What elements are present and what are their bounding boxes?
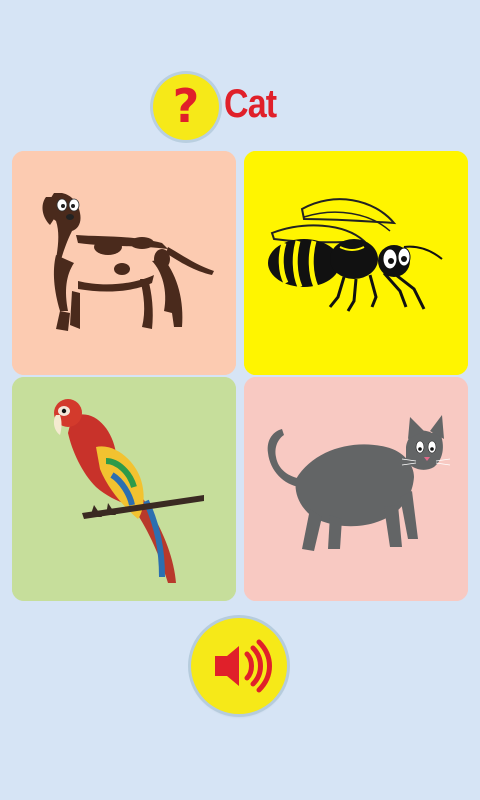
question-mark-icon: ? (172, 79, 200, 133)
card-bee[interactable] (244, 151, 468, 375)
card-cat[interactable] (244, 377, 468, 601)
card-bg (12, 151, 236, 375)
speaker-icon (215, 639, 272, 693)
play-sound-button[interactable] (191, 618, 287, 714)
question-button[interactable]: ? (153, 74, 219, 140)
question-header: ? Cat (0, 70, 480, 142)
cat-icon (244, 377, 468, 601)
target-word: Cat (224, 82, 277, 126)
bee-icon (244, 151, 468, 375)
card-parrot[interactable] (12, 377, 236, 601)
parrot-icon (12, 377, 236, 601)
card-dog[interactable] (12, 151, 236, 375)
dog-icon (12, 151, 236, 375)
